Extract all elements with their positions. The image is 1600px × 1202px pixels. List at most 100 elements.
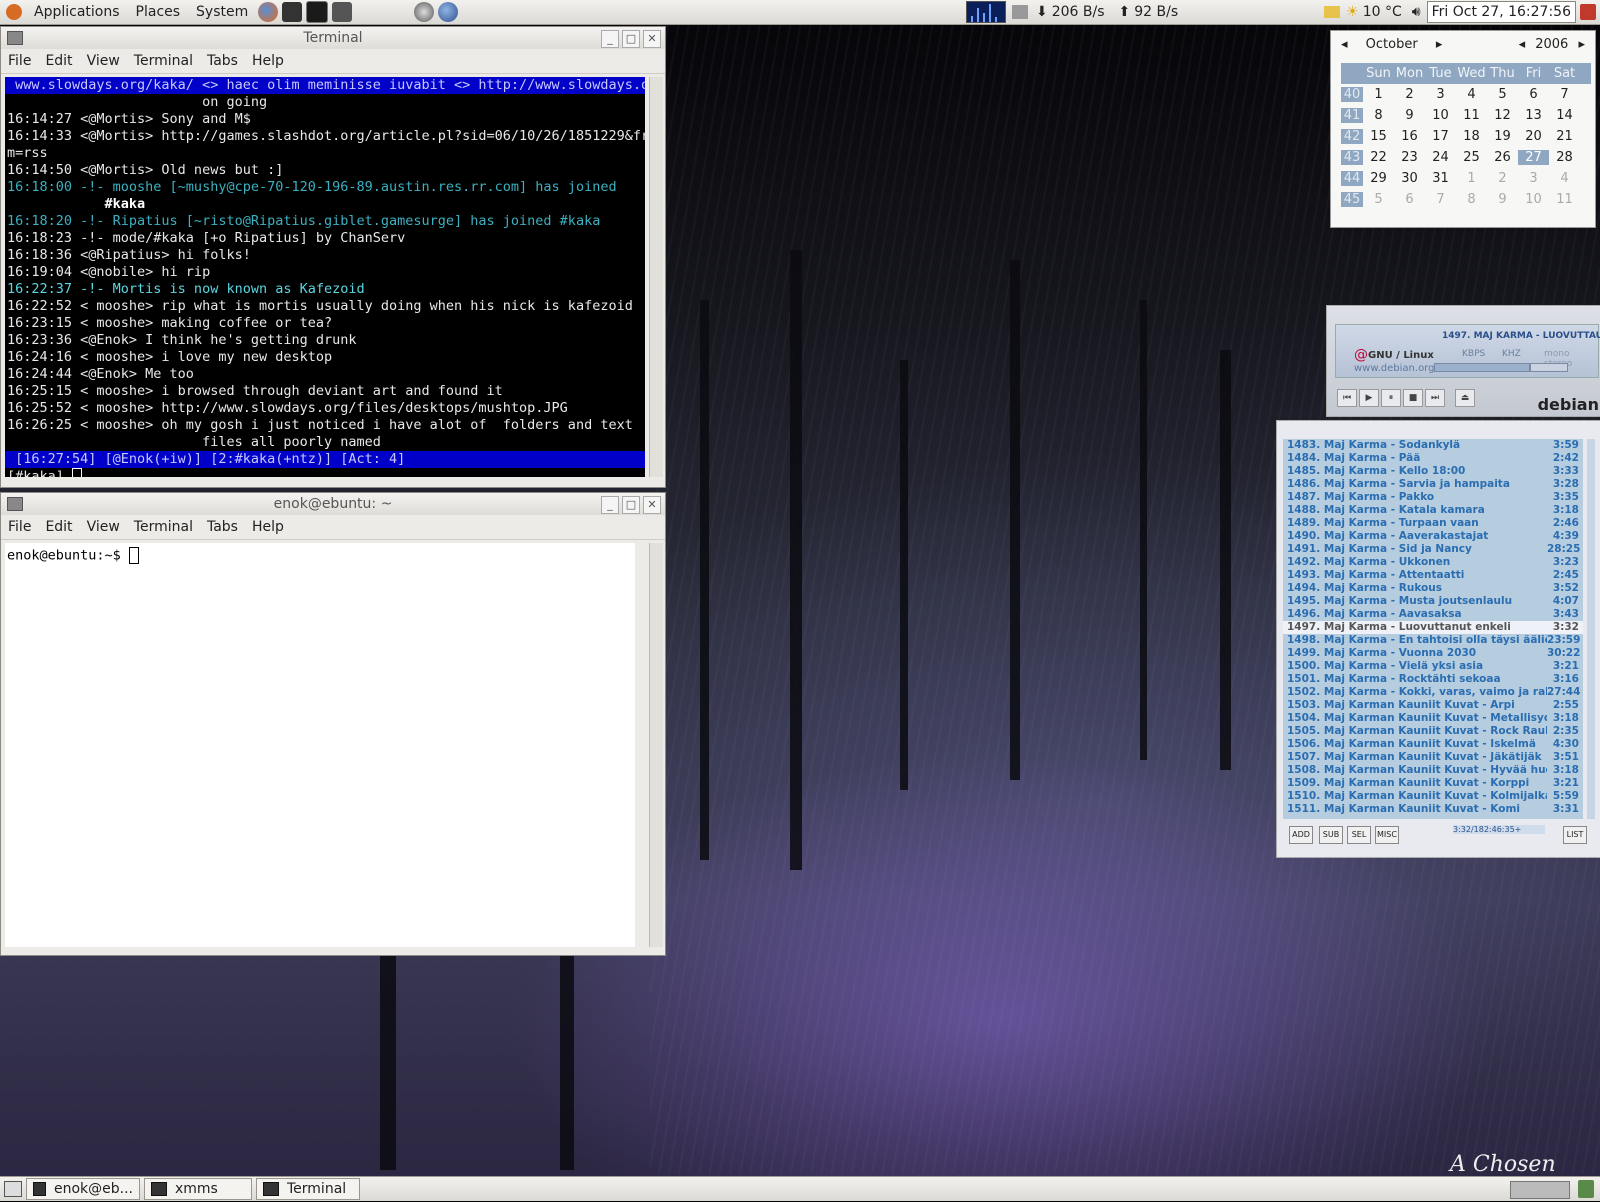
calendar-day[interactable]: 16 (1394, 129, 1425, 144)
playlist-row[interactable]: 1503. Maj Karman Kauniit Kuvat - Arpi 2:5… (1283, 699, 1583, 712)
display-launcher-icon[interactable] (332, 2, 353, 22)
calendar-day[interactable]: 6 (1518, 87, 1549, 102)
menu-edit[interactable]: Edit (38, 53, 79, 69)
window-menu-icon[interactable] (7, 31, 23, 45)
calendar-day[interactable]: 2 (1487, 171, 1518, 186)
playlist[interactable]: 1483. Maj Karma - Sodankylä 3:59 1484. Maj… (1283, 439, 1583, 819)
playlist-row[interactable]: 1494. Maj Karma - Rukous 3:52 (1283, 582, 1583, 595)
playlist-row[interactable]: 1489. Maj Karma - Turpaan vaan 2:46 (1283, 517, 1583, 530)
pause-button[interactable]: ⏸︎ (1381, 389, 1401, 407)
close-button[interactable]: ✕ (643, 30, 661, 48)
playlist-row[interactable]: 1501. Maj Karma - Rocktähti sekoaa 3:16 (1283, 673, 1583, 686)
playlist-row[interactable]: 1511. Maj Karman Kauniit Kuvat - Komi 3:3… (1283, 803, 1583, 816)
irc-input-line[interactable]: [#kaka] (5, 468, 645, 477)
irc-terminal-titlebar[interactable]: Terminal _ □ ✕ (1, 27, 665, 49)
irc-terminal-window[interactable]: Terminal _ □ ✕ File Edit View Terminal T… (0, 26, 666, 488)
volume-slider[interactable] (1530, 363, 1568, 372)
playlist-row[interactable]: 1492. Maj Karma - Ukkonen 3:23 (1283, 556, 1583, 569)
calendar-day[interactable]: 5 (1487, 87, 1518, 102)
next-year-button[interactable]: ▸ (1578, 37, 1585, 52)
calendar-day[interactable]: 19 (1487, 129, 1518, 144)
calendar-day[interactable]: 9 (1394, 108, 1425, 123)
calendar-day[interactable]: 2 (1394, 87, 1425, 102)
playlist-sub-button[interactable]: SUB (1319, 826, 1343, 844)
calendar-day[interactable]: 6 (1394, 192, 1425, 207)
calendar-day[interactable]: 3 (1425, 87, 1456, 102)
calendar-day[interactable]: 11 (1456, 108, 1487, 123)
playlist-misc-button[interactable]: MISC (1375, 826, 1399, 844)
globe-launcher-icon[interactable] (438, 2, 459, 22)
calendar-day[interactable]: 26 (1487, 150, 1518, 165)
maximize-button[interactable]: □ (622, 30, 640, 48)
playlist-add-button[interactable]: ADD (1289, 826, 1313, 844)
messenger-launcher-icon[interactable] (414, 2, 435, 22)
calendar-day[interactable]: 14 (1549, 108, 1580, 123)
playlist-row[interactable]: 1488. Maj Karma - Katala kamara 3:18 (1283, 504, 1583, 517)
calendar-day[interactable]: 8 (1363, 108, 1394, 123)
minimize-button[interactable]: _ (601, 496, 619, 514)
maximize-button[interactable]: □ (622, 496, 640, 514)
calendar-day[interactable]: 13 (1518, 108, 1549, 123)
play-button[interactable]: ▶ (1359, 389, 1379, 407)
weather-temp[interactable]: 10 °C (1363, 4, 1402, 20)
calendar-day[interactable]: 23 (1394, 150, 1425, 165)
logout-icon[interactable] (1580, 4, 1596, 20)
menu-view[interactable]: View (80, 53, 127, 69)
playlist-row[interactable]: 1487. Maj Karma - Pakko 3:35 (1283, 491, 1583, 504)
prev-month-button[interactable]: ◂ (1341, 37, 1348, 52)
calendar-day[interactable]: 8 (1456, 192, 1487, 207)
playlist-row[interactable]: 1490. Maj Karma - Aaverakastajat 4:39 (1283, 530, 1583, 543)
calendar-day[interactable]: 10 (1518, 192, 1549, 207)
taskbar-item-terminal-shell[interactable]: enok@eb... (26, 1178, 140, 1200)
menu-help[interactable]: Help (245, 519, 291, 535)
playlist-row[interactable]: 1498. Maj Karma - En tahtoisi olla täysi… (1283, 634, 1583, 647)
calendar-day[interactable]: 12 (1487, 108, 1518, 123)
calendar-day[interactable]: 22 (1363, 150, 1394, 165)
shell-input-line[interactable]: enok@ebuntu:~$ (5, 547, 635, 564)
show-desktop-icon[interactable] (4, 1181, 22, 1197)
menu-view[interactable]: View (80, 519, 127, 535)
menu-edit[interactable]: Edit (38, 519, 79, 535)
places-menu[interactable]: Places (128, 0, 189, 24)
playlist-row[interactable]: 1493. Maj Karma - Attentaatti 2:45 (1283, 569, 1583, 582)
xmms-playlist-window[interactable]: 1483. Maj Karma - Sodankylä 3:59 1484. Maj… (1276, 420, 1600, 858)
xmms-player-window[interactable]: 1497. MAJ KARMA - LUOVUTTAUT I KBPS KHZ … (1326, 305, 1600, 417)
network-monitor[interactable]: ⬇ 206 B/s ⬆ 92 B/s (966, 0, 1178, 24)
playlist-row[interactable]: 1485. Maj Karma - Kello 18:00 3:33 (1283, 465, 1583, 478)
seek-bar[interactable] (1434, 363, 1530, 372)
shell-terminal-titlebar[interactable]: enok@ebuntu: ~ _ □ ✕ (1, 493, 665, 515)
volume-icon[interactable]: 🔊︎ (1412, 4, 1421, 20)
playlist-row[interactable]: 1510. Maj Karman Kauniit Kuvat - Kolmija… (1283, 790, 1583, 803)
playlist-list-button[interactable]: LIST (1563, 826, 1587, 844)
calendar-day[interactable]: 21 (1549, 129, 1580, 144)
trash-icon[interactable] (1578, 1180, 1594, 1198)
window-menu-icon[interactable] (7, 497, 23, 511)
playlist-row[interactable]: 1483. Maj Karma - Sodankylä 3:59 (1283, 439, 1583, 452)
prev-year-button[interactable]: ◂ (1519, 37, 1526, 52)
stop-button[interactable]: ■ (1403, 389, 1423, 407)
calendar-day[interactable]: 4 (1549, 171, 1580, 186)
calendar-day[interactable]: 3 (1518, 171, 1549, 186)
next-track-button[interactable]: ⏭︎ (1425, 389, 1445, 407)
playlist-row[interactable]: 1484. Maj Karma - Pää 2:42 (1283, 452, 1583, 465)
playlist-row[interactable]: 1491. Maj Karma - Sid ja Nancy 28:25 (1283, 543, 1583, 556)
playlist-row[interactable]: 1508. Maj Karman Kauniit Kuvat - Hyvää h… (1283, 764, 1583, 777)
calendar-day[interactable]: 24 (1425, 150, 1456, 165)
firefox-launcher-icon[interactable] (258, 2, 279, 22)
calendar-day[interactable]: 25 (1456, 150, 1487, 165)
playlist-row[interactable]: 1496. Maj Karma - Aavasaksa 3:43 (1283, 608, 1583, 621)
playlist-row[interactable]: 1499. Maj Karma - Vuonna 2030 30:22 (1283, 647, 1583, 660)
taskbar-item-xmms[interactable]: xmms (144, 1178, 252, 1200)
ubuntu-logo-icon[interactable] (6, 4, 22, 20)
clock[interactable]: Fri Oct 27, 16:27:56 (1426, 1, 1576, 23)
calendar-day[interactable]: 20 (1518, 129, 1549, 144)
calendar-day[interactable]: 15 (1363, 129, 1394, 144)
menu-tabs[interactable]: Tabs (200, 53, 245, 69)
menu-file[interactable]: File (1, 519, 38, 535)
irc-terminal-screen[interactable]: www.slowdays.org/kaka/ <> haec olim memi… (5, 77, 645, 477)
shell-terminal-screen[interactable]: enok@ebuntu:~$ (5, 543, 635, 947)
calendar-day[interactable]: 18 (1456, 129, 1487, 144)
prev-track-button[interactable]: ⏮︎ (1337, 389, 1357, 407)
calendar-day[interactable]: 11 (1549, 192, 1580, 207)
calendar-day[interactable]: 30 (1394, 171, 1425, 186)
